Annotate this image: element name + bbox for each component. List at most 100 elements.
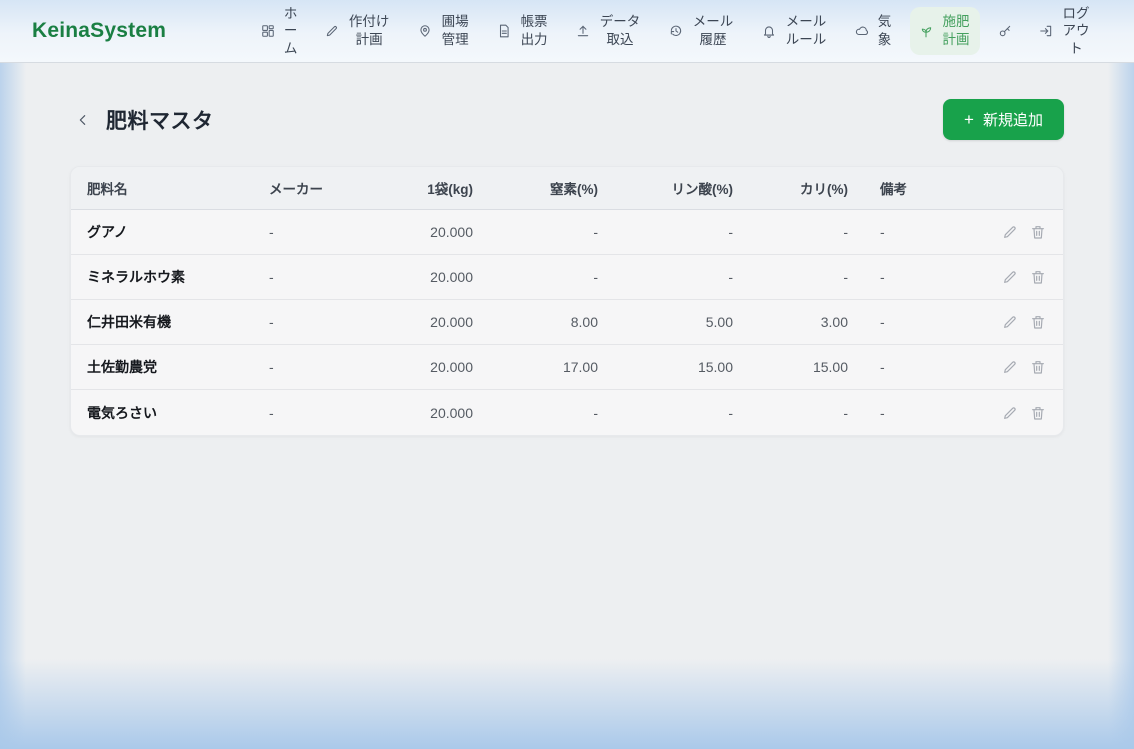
nav-item-field-management[interactable]: 圃場管理 — [409, 7, 479, 54]
nav-list: ホーム 作付け計画 圃場管理 帳票出力 データ取込 メール履歴 メールルール 気… — [252, 0, 1100, 63]
col-header-nitrogen: 窒素(%) — [481, 178, 606, 198]
cell-bag-kg: 20.000 — [391, 405, 481, 421]
sprout-icon — [919, 24, 933, 38]
cell-note: - — [856, 314, 986, 330]
fertilizer-table: 肥料名 メーカー 1袋(kg) 窒素(%) リン酸(%) カリ(%) 備考 グア… — [70, 166, 1064, 436]
nav-item-home[interactable]: ホーム — [252, 0, 307, 63]
back-chevron-icon[interactable] — [70, 107, 96, 133]
cell-maker: - — [261, 314, 391, 330]
nav-item-label: ホーム — [283, 5, 298, 58]
cell-fertilizer-name: グアノ — [71, 222, 261, 242]
brand-logo[interactable]: KeinaSystem — [32, 19, 166, 43]
cell-potassium: - — [741, 405, 856, 421]
document-icon — [497, 24, 511, 38]
nav-item-label: 気象 — [877, 13, 892, 48]
nav-item-label: 圃場管理 — [440, 13, 470, 48]
nav-item-data-import[interactable]: データ取込 — [567, 7, 651, 54]
nav-item-password[interactable] — [989, 18, 1021, 44]
cell-maker: - — [261, 269, 391, 285]
logout-icon — [1039, 24, 1053, 38]
plus-icon: + — [964, 111, 974, 128]
page-header: 肥料マスタ + 新規追加 — [70, 99, 1064, 140]
col-header-name: 肥料名 — [71, 178, 261, 198]
top-nav: KeinaSystem ホーム 作付け計画 圃場管理 帳票出力 データ取込 メー… — [0, 0, 1134, 63]
add-new-button[interactable]: + 新規追加 — [943, 99, 1064, 140]
edit-icon[interactable] — [1001, 358, 1019, 376]
cell-maker: - — [261, 359, 391, 375]
cell-phosphate: - — [606, 405, 741, 421]
edit-icon[interactable] — [1001, 268, 1019, 286]
edit-icon[interactable] — [1001, 404, 1019, 422]
cell-note: - — [856, 359, 986, 375]
cell-potassium: - — [741, 269, 856, 285]
nav-item-label: メール履歴 — [691, 13, 735, 48]
delete-icon[interactable] — [1029, 358, 1047, 376]
nav-item-label: データ取込 — [598, 13, 642, 48]
nav-item-weather[interactable]: 気象 — [846, 7, 901, 54]
cell-potassium: - — [741, 224, 856, 240]
nav-item-mail-rules[interactable]: メールルール — [753, 7, 837, 54]
cell-note: - — [856, 405, 986, 421]
nav-item-planting-plan[interactable]: 作付け計画 — [316, 7, 400, 54]
cell-nitrogen: 8.00 — [481, 314, 606, 330]
cell-bag-kg: 20.000 — [391, 269, 481, 285]
cell-fertilizer-name: 仁井田米有機 — [71, 312, 261, 332]
cell-nitrogen: - — [481, 224, 606, 240]
upload-icon — [576, 24, 590, 38]
delete-icon[interactable] — [1029, 268, 1047, 286]
row-actions — [986, 223, 1063, 241]
main-content: 肥料マスタ + 新規追加 肥料名 メーカー 1袋(kg) 窒素(%) リン酸(%… — [0, 63, 1134, 436]
row-actions — [986, 313, 1063, 331]
table-header-row: 肥料名 メーカー 1袋(kg) 窒素(%) リン酸(%) カリ(%) 備考 — [71, 167, 1063, 210]
add-new-button-label: 新規追加 — [983, 109, 1043, 130]
page-title: 肥料マスタ — [106, 105, 214, 135]
delete-icon[interactable] — [1029, 404, 1047, 422]
row-actions — [986, 268, 1063, 286]
nav-item-label: 施肥計画 — [941, 13, 971, 48]
table-row: 電気ろさい - 20.000 - - - - — [71, 390, 1063, 435]
cell-nitrogen: 17.00 — [481, 359, 606, 375]
nav-item-mail-history[interactable]: メール履歴 — [660, 7, 744, 54]
delete-icon[interactable] — [1029, 223, 1047, 241]
cell-fertilizer-name: ミネラルホウ素 — [71, 267, 261, 287]
cell-phosphate: - — [606, 269, 741, 285]
grid-icon — [261, 24, 275, 38]
nav-item-fertilization-plan[interactable]: 施肥計画 — [910, 7, 980, 54]
cell-phosphate: 15.00 — [606, 359, 741, 375]
cell-fertilizer-name: 土佐勤農党 — [71, 357, 261, 377]
cell-potassium: 3.00 — [741, 314, 856, 330]
row-actions — [986, 404, 1063, 422]
bell-icon — [762, 24, 776, 38]
nav-item-logout[interactable]: ログアウト — [1030, 0, 1100, 63]
cell-maker: - — [261, 224, 391, 240]
nav-item-report-output[interactable]: 帳票出力 — [488, 7, 558, 54]
nav-item-label: 帳票出力 — [519, 13, 549, 48]
col-header-maker: メーカー — [261, 178, 391, 198]
nav-item-label: 作付け計画 — [347, 13, 391, 48]
cell-potassium: 15.00 — [741, 359, 856, 375]
nav-item-label: メールルール — [784, 13, 828, 48]
cell-bag-kg: 20.000 — [391, 359, 481, 375]
table-row: ミネラルホウ素 - 20.000 - - - - — [71, 255, 1063, 300]
cell-nitrogen: - — [481, 405, 606, 421]
cell-bag-kg: 20.000 — [391, 314, 481, 330]
cell-fertilizer-name: 電気ろさい — [71, 403, 261, 423]
cell-note: - — [856, 224, 986, 240]
edit-icon[interactable] — [1001, 313, 1019, 331]
edit-icon[interactable] — [1001, 223, 1019, 241]
cloud-icon — [855, 24, 869, 38]
col-header-phosphate: リン酸(%) — [606, 178, 741, 198]
cell-nitrogen: - — [481, 269, 606, 285]
row-actions — [986, 358, 1063, 376]
table-body: グアノ - 20.000 - - - - ミネラルホウ素 - 20.000 - … — [71, 210, 1063, 435]
table-row: グアノ - 20.000 - - - - — [71, 210, 1063, 255]
key-icon — [998, 24, 1012, 38]
delete-icon[interactable] — [1029, 313, 1047, 331]
cell-phosphate: 5.00 — [606, 314, 741, 330]
table-row: 仁井田米有機 - 20.000 8.00 5.00 3.00 - — [71, 300, 1063, 345]
cell-note: - — [856, 269, 986, 285]
pen-icon — [325, 24, 339, 38]
history-icon — [669, 24, 683, 38]
col-header-potassium: カリ(%) — [741, 178, 856, 198]
col-header-note: 備考 — [856, 178, 986, 198]
